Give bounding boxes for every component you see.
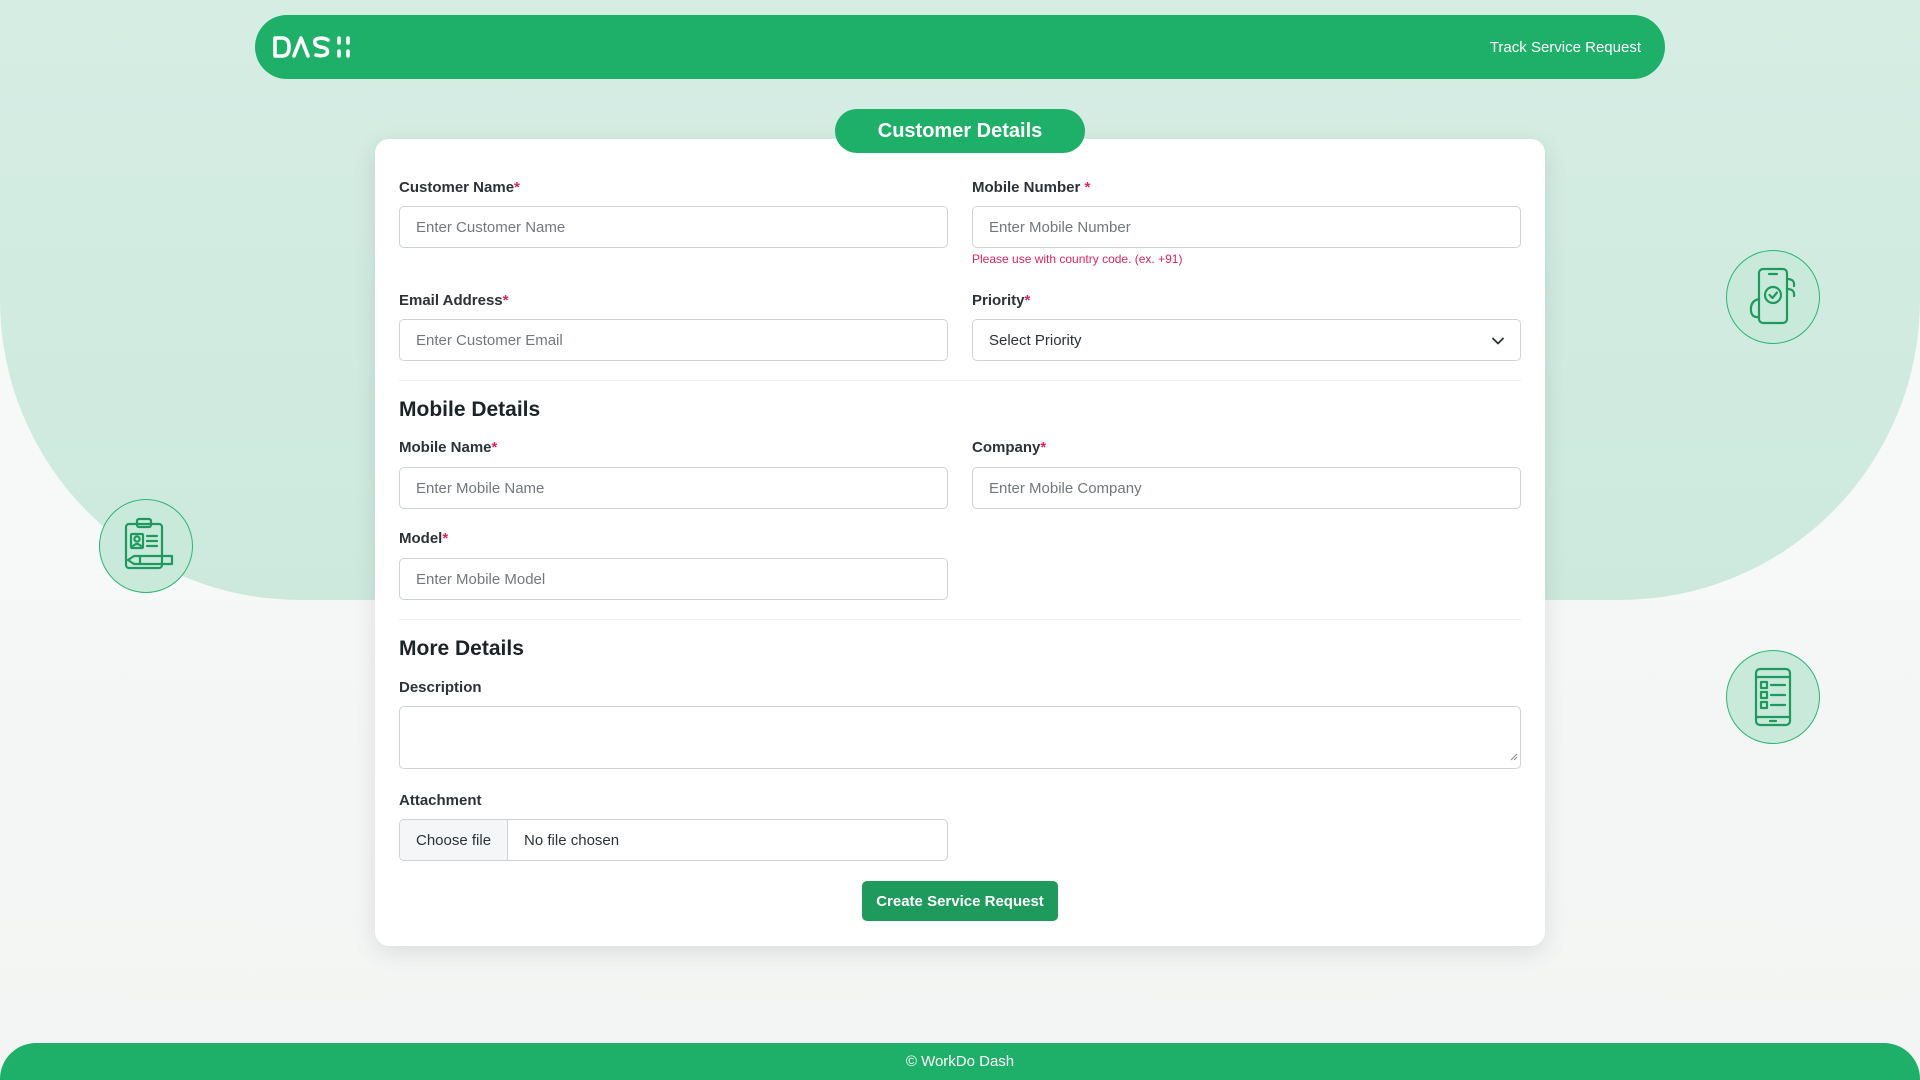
resize-handle-icon[interactable] (1510, 748, 1518, 766)
customer-name-label: Customer Name* (399, 179, 520, 196)
required-mark: * (442, 530, 449, 547)
required-mark: * (1084, 179, 1091, 196)
create-service-request-button[interactable]: Create Service Request (862, 881, 1058, 921)
required-mark: * (1040, 439, 1047, 456)
required-mark: * (491, 439, 498, 456)
required-mark: * (514, 179, 520, 196)
service-request-form: Customer Name* Mobile Number * Please us… (375, 139, 1545, 946)
chevron-down-icon (1492, 332, 1504, 349)
mobile-name-label: Mobile Name* (399, 439, 498, 456)
mobile-name-input[interactable] (399, 467, 948, 509)
model-input[interactable] (399, 558, 948, 600)
mobile-details-heading: Mobile Details (399, 398, 541, 421)
footer: © WorkDo Dash (0, 1043, 1920, 1080)
form-title-pill: Customer Details (835, 109, 1085, 153)
mobile-number-help: Please use with country code. (ex. +91) (972, 252, 1183, 266)
mobile-number-label: Mobile Number * (972, 179, 1091, 196)
section-divider (399, 619, 1521, 620)
clipboard-id-icon (99, 499, 193, 593)
priority-label: Priority* (972, 292, 1031, 309)
company-input[interactable] (972, 467, 1521, 509)
required-mark: * (502, 292, 509, 309)
customer-name-input[interactable] (399, 206, 948, 248)
email-label: Email Address* (399, 292, 509, 309)
choose-file-button[interactable]: Choose file (400, 820, 509, 860)
phone-check-icon (1726, 250, 1820, 344)
track-service-request-link[interactable]: Track Service Request (1490, 39, 1641, 56)
required-mark: * (1024, 292, 1031, 309)
description-textarea[interactable] (399, 706, 1521, 769)
more-details-heading: More Details (399, 637, 524, 660)
mobile-number-input[interactable] (972, 206, 1521, 248)
description-label: Description (399, 679, 482, 696)
dash-logo[interactable] (271, 15, 351, 79)
priority-selected-value: Select Priority (989, 331, 1082, 349)
company-label: Company* (972, 439, 1047, 456)
top-navbar: Track Service Request (255, 15, 1665, 79)
email-input[interactable] (399, 319, 948, 361)
attachment-file-input[interactable]: Choose file No file chosen (399, 819, 948, 861)
attachment-label: Attachment (399, 792, 482, 809)
model-label: Model* (399, 530, 449, 547)
priority-select[interactable]: Select Priority (972, 319, 1521, 361)
section-divider (399, 380, 1521, 381)
footer-copyright: © WorkDo Dash (905, 1053, 1015, 1070)
phone-checklist-icon (1726, 650, 1820, 744)
file-status-text: No file chosen (524, 831, 620, 849)
